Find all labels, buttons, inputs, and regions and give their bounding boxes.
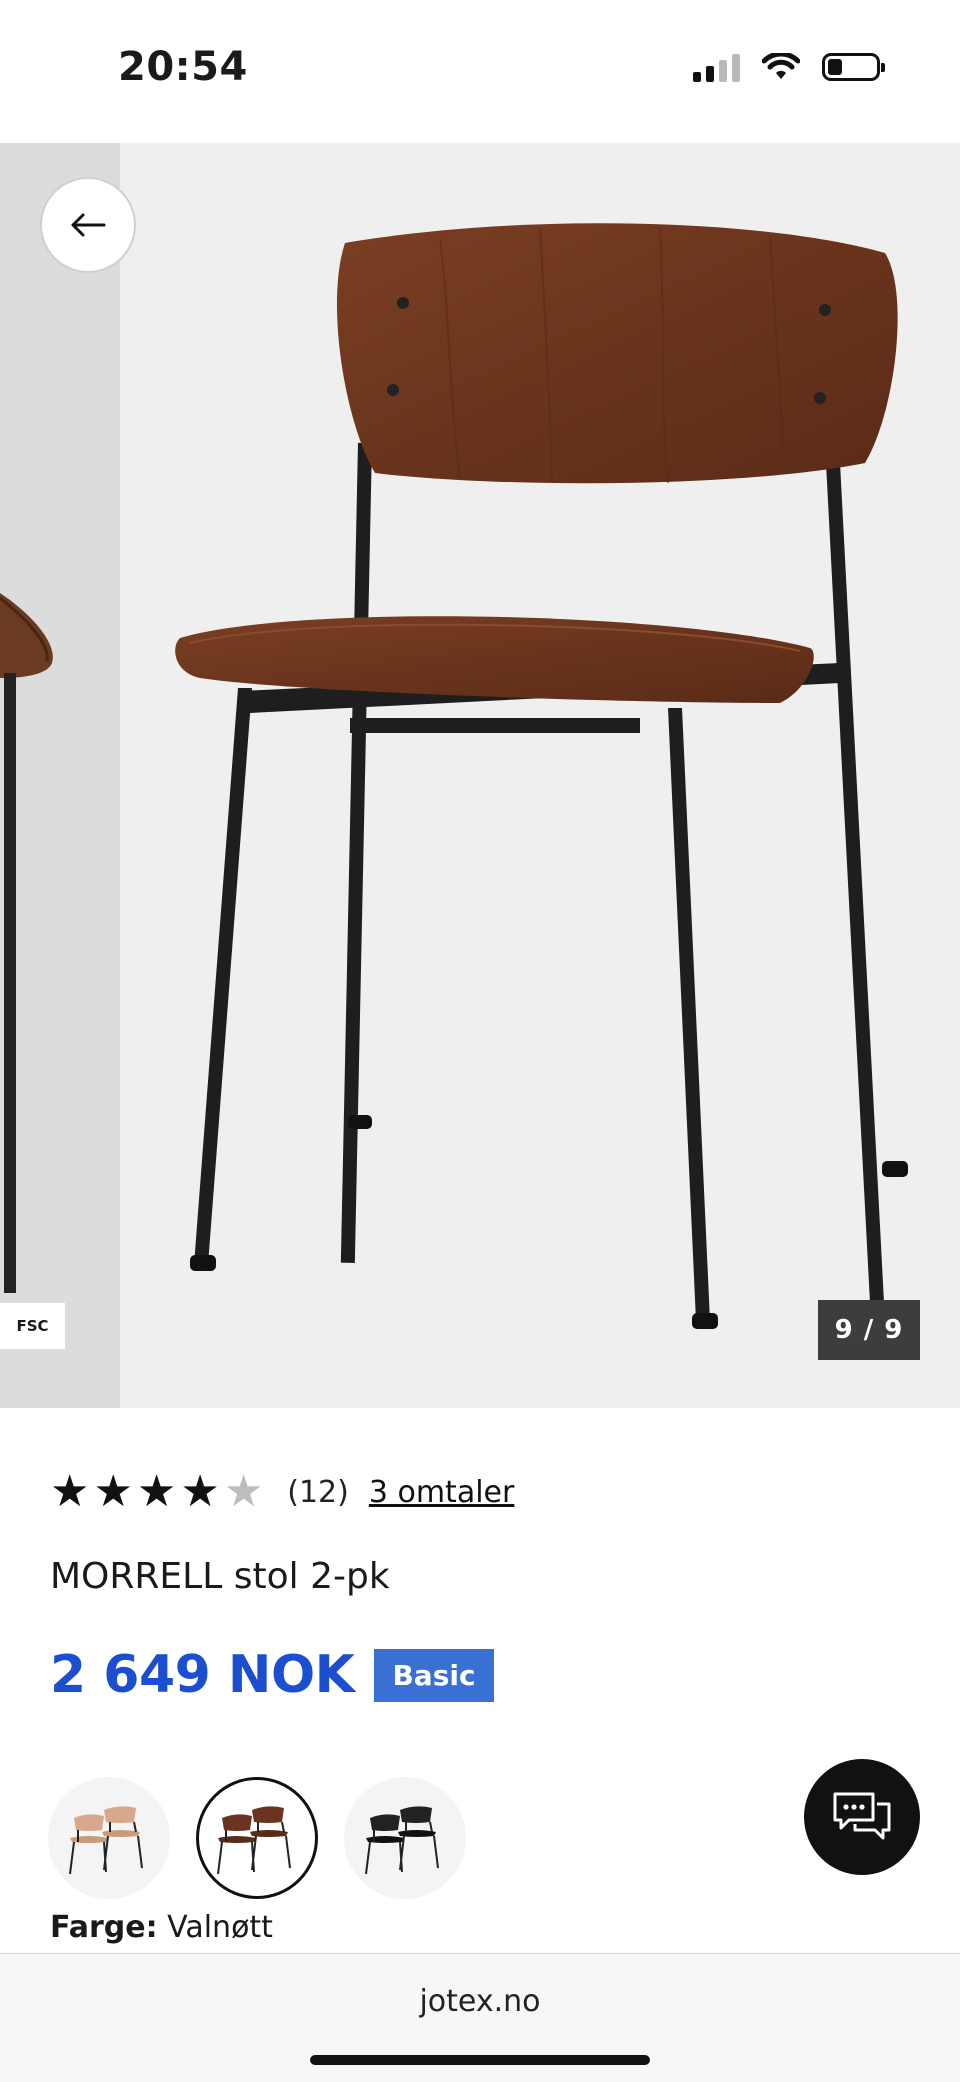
battery-icon bbox=[822, 53, 885, 81]
wifi-icon bbox=[762, 53, 800, 79]
star-icon: ★ bbox=[180, 1466, 220, 1517]
previous-slide[interactable] bbox=[0, 143, 120, 1408]
chair-walnut-image bbox=[217, 1806, 291, 1875]
swatch-black[interactable] bbox=[344, 1777, 466, 1899]
star-icon: ★ bbox=[50, 1466, 90, 1517]
cellular-signal-icon bbox=[693, 52, 740, 82]
current-slide[interactable] bbox=[120, 143, 960, 1408]
reviews-link[interactable]: 3 omtaler bbox=[369, 1475, 514, 1510]
product-title: MORRELL stol 2-pk bbox=[50, 1556, 390, 1597]
chat-bubbles-icon bbox=[833, 1792, 891, 1840]
star-empty-icon: ★ bbox=[223, 1466, 264, 1517]
star-icon: ★ bbox=[93, 1466, 133, 1517]
swatch-walnut[interactable] bbox=[196, 1777, 318, 1899]
star-rating: ★ ★ ★ ★ ★ bbox=[50, 1470, 263, 1514]
chair-image bbox=[175, 223, 908, 1329]
rating-row: ★ ★ ★ ★ ★ (12) 3 omtaler bbox=[50, 1467, 514, 1517]
rating-count: (12) bbox=[287, 1474, 349, 1510]
arrow-left-icon bbox=[71, 213, 106, 237]
price-row: 2 649 NOK Basic bbox=[50, 1645, 494, 1705]
product-price: 2 649 NOK bbox=[50, 1645, 355, 1705]
image-counter: 9 / 9 bbox=[818, 1300, 920, 1360]
basic-badge: Basic bbox=[374, 1648, 494, 1702]
color-label-prefix: Farge: bbox=[50, 1910, 158, 1945]
color-label: Farge: Valnøtt bbox=[50, 1910, 273, 1945]
product-image-gallery[interactable]: FSC 9 / 9 bbox=[0, 143, 960, 1408]
previous-chair-image bbox=[0, 593, 53, 1293]
star-icon: ★ bbox=[136, 1466, 177, 1517]
status-bar: 20:54 bbox=[0, 0, 960, 143]
color-selected-value: Valnøtt bbox=[167, 1910, 273, 1945]
color-swatches bbox=[48, 1777, 466, 1899]
status-time: 20:54 bbox=[118, 44, 248, 90]
chair-light-oak-image bbox=[69, 1806, 143, 1875]
status-icons bbox=[693, 52, 885, 82]
url-text[interactable]: jotex.no bbox=[0, 1984, 960, 2019]
fsc-badge: FSC bbox=[0, 1303, 65, 1349]
chat-button[interactable] bbox=[804, 1759, 920, 1875]
swatch-light-oak[interactable] bbox=[48, 1777, 170, 1899]
back-button[interactable] bbox=[40, 177, 136, 273]
home-indicator[interactable] bbox=[310, 2055, 650, 2065]
browser-url-bar[interactable]: jotex.no bbox=[0, 1953, 960, 2082]
chair-black-image bbox=[365, 1806, 439, 1875]
